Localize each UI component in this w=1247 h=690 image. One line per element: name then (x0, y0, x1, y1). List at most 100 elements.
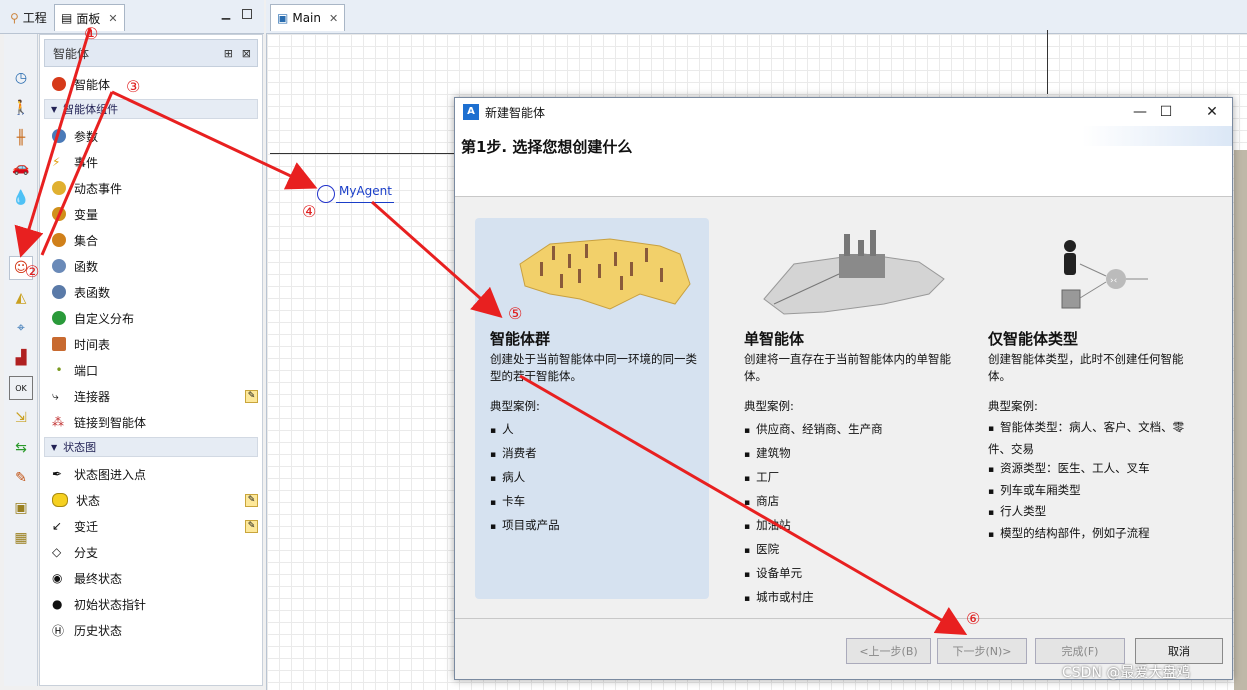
palette-item-branch[interactable]: ◇ 分支 (52, 541, 98, 563)
maximize-icon[interactable] (242, 9, 252, 19)
palette-item-link-to-agent[interactable]: ⁂ 链接到智能体 (52, 411, 146, 433)
material-handling-icon[interactable]: ▦ (9, 526, 33, 550)
back-button[interactable]: <上一步(B) (846, 638, 931, 664)
maximize-icon[interactable]: ☐ (1151, 102, 1181, 122)
option-title: 单智能体 (744, 330, 805, 348)
option-description: 创建将一直存在于当前智能体内的单智能体。 (744, 352, 951, 383)
parameter-icon (52, 129, 66, 143)
palette-header-label: 智能体 (53, 46, 90, 61)
process-library-icon[interactable]: ◷ (9, 66, 33, 90)
palette-item-dynamic-event[interactable]: 动态事件 (52, 177, 122, 199)
fluid-library-icon[interactable]: 💧 (9, 186, 33, 210)
annotation-marker-6: ⑥ (966, 609, 981, 628)
examples-list: 供应商、经销商、生产商 建筑物 工厂 商店 加油站 医院 设备单元 城市或村庄 (744, 418, 958, 610)
frame-line (270, 153, 457, 154)
examples-list: 智能体类型：病人、客户、文档、零件、交易 资源类型：医生、工人、叉车 列车或车厢… (988, 418, 1202, 545)
palette-item-agent[interactable]: 智能体 (52, 73, 110, 95)
project-icon: ⚲ (10, 10, 19, 25)
next-button[interactable]: 下一步(N)> (937, 638, 1027, 664)
palette-item-initial-state-pointer[interactable]: ● 初始状态指针 (52, 593, 146, 615)
objects-3d-icon[interactable]: ▣ (9, 496, 33, 520)
palette-item-collection[interactable]: 集合 (52, 229, 98, 251)
pictures-icon[interactable]: ✎ (9, 466, 33, 490)
option-agent-type-only[interactable]: ›‹ 仅智能体类型 创建智能体类型，此时不创建任何智能体。 典型案例: 智能体类… (973, 218, 1218, 599)
frame-line (1047, 30, 1048, 94)
pencil-icon[interactable]: ✎ (245, 389, 258, 403)
list-item: 人 (490, 418, 704, 442)
palette-item-label: 状态 (76, 493, 101, 508)
controls-icon[interactable]: OK (9, 376, 33, 400)
initial-pointer-icon: ● (52, 597, 63, 611)
cancel-button[interactable]: 取消 (1135, 638, 1223, 664)
agent-type-illustration: ›‹ (1061, 240, 1148, 309)
palette-item-custom-distribution[interactable]: 自定义分布 (52, 307, 134, 329)
agent-name-label[interactable]: MyAgent (339, 184, 392, 198)
examples-list: 人 消费者 病人 卡车 项目或产品 (490, 418, 704, 538)
list-item: 病人 (490, 466, 704, 490)
event-icon: ⚡ (52, 155, 61, 169)
finish-button[interactable]: 完成(F) (1035, 638, 1125, 664)
presentation-icon[interactable]: ◭ (9, 286, 33, 310)
pencil-icon[interactable]: ✎ (245, 519, 258, 533)
chevron-down-icon: ▼ (51, 442, 58, 452)
list-item: 模型的结构部件，例如子流程 (988, 524, 1202, 546)
link-icon: ⁂ (52, 415, 64, 429)
palette-item-final-state[interactable]: ◉ 最终状态 (52, 567, 122, 589)
palette-header: 智能体 ⊞ ⊠ (44, 39, 258, 67)
palette-item-function[interactable]: 函数 (52, 255, 98, 277)
palette-item-event[interactable]: ⚡ 事件 (52, 151, 98, 173)
list-item: 商店 (744, 490, 958, 514)
analysis-icon[interactable]: ▟ (9, 346, 33, 370)
palette-item-statechart-entry[interactable]: ✒ 状态图进入点 (52, 463, 146, 485)
grid-view-icon[interactable]: ⊞ (224, 47, 233, 60)
dynamic-event-icon (52, 181, 66, 195)
palette-item-transition[interactable]: ↙ 变迁 ✎ (52, 515, 258, 537)
section-statechart[interactable]: ▼ 状态图 (44, 437, 258, 457)
rail-library-icon[interactable]: ╫ (9, 126, 33, 150)
system-dynamics-icon[interactable]: ⇆ (9, 436, 33, 460)
palette-item-connector[interactable]: ⤷ 连接器 ✎ (52, 385, 258, 407)
option-title: 仅智能体类型 (988, 330, 1079, 348)
palette-item-port[interactable]: • 端口 (52, 359, 98, 381)
palette-category-bar: ◷ 🚶 ╫ 🚗 💧 ☺ ◭ ⌖ ▟ OK ⇲ ⇆ ✎ ▣ ▦ (4, 34, 38, 686)
tab-main[interactable]: ▣ Main ✕ (270, 4, 346, 31)
palette-item-label: 事件 (74, 155, 99, 170)
list-item: 智能体类型：病人、客户、文档、零件、交易 (988, 418, 1202, 459)
variable-icon (52, 207, 66, 221)
agent-population-node[interactable] (317, 185, 335, 203)
schedule-icon (52, 337, 66, 351)
dialog-titlebar: A 新建智能体 — ☐ ✕ (455, 98, 1232, 126)
palette-item-parameter[interactable]: 参数 (52, 125, 98, 147)
list-item: 城市或村庄 (744, 586, 958, 610)
agent-underline (336, 202, 394, 203)
list-item: 设备单元 (744, 562, 958, 586)
close-icon[interactable]: ✕ (329, 12, 338, 25)
section-agent-components[interactable]: ▼ 智能体组件 (44, 99, 258, 119)
minimize-icon[interactable]: ▁ (220, 8, 232, 21)
palette-item-label: 函数 (74, 259, 99, 274)
examples-label: 典型案例: (490, 399, 540, 413)
pedestrian-library-icon[interactable]: 🚶 (9, 96, 33, 120)
list-item: 消费者 (490, 442, 704, 466)
history-state-icon: Ⓗ (52, 623, 65, 638)
tab-project[interactable]: ⚲ 工程 (4, 4, 53, 31)
option-single-agent[interactable]: 单智能体 创建将一直存在于当前智能体内的单智能体。 典型案例: 供应商、经销商、… (729, 218, 963, 604)
palette-item-variable[interactable]: 变量 (52, 203, 98, 225)
function-icon (52, 259, 66, 273)
connectivity-icon[interactable]: ⇲ (9, 406, 33, 430)
palette-item-state[interactable]: 状态 ✎ (52, 489, 258, 511)
palette-item-history-state[interactable]: Ⓗ 历史状态 (52, 619, 122, 641)
close-icon[interactable]: ⊠ (242, 47, 251, 60)
palette-item-schedule[interactable]: 时间表 (52, 333, 110, 355)
space-markup-icon[interactable]: ⌖ (9, 316, 33, 340)
transition-icon: ↙ (52, 519, 63, 533)
close-icon[interactable]: ✕ (108, 12, 117, 25)
dialog-header: 第1步. 选择您想创建什么 (455, 126, 1232, 197)
option-agent-population[interactable]: 智能体群 创建处于当前智能体中同一环境的同一类型的若干智能体。 典型案例: 人 … (475, 218, 709, 599)
tab-main-label: Main (292, 11, 321, 25)
palette-item-label: 连接器 (74, 389, 111, 404)
pencil-icon[interactable]: ✎ (245, 493, 258, 507)
close-icon[interactable]: ✕ (1197, 102, 1227, 122)
road-library-icon[interactable]: 🚗 (9, 156, 33, 180)
palette-item-table-function[interactable]: 表函数 (52, 281, 110, 303)
